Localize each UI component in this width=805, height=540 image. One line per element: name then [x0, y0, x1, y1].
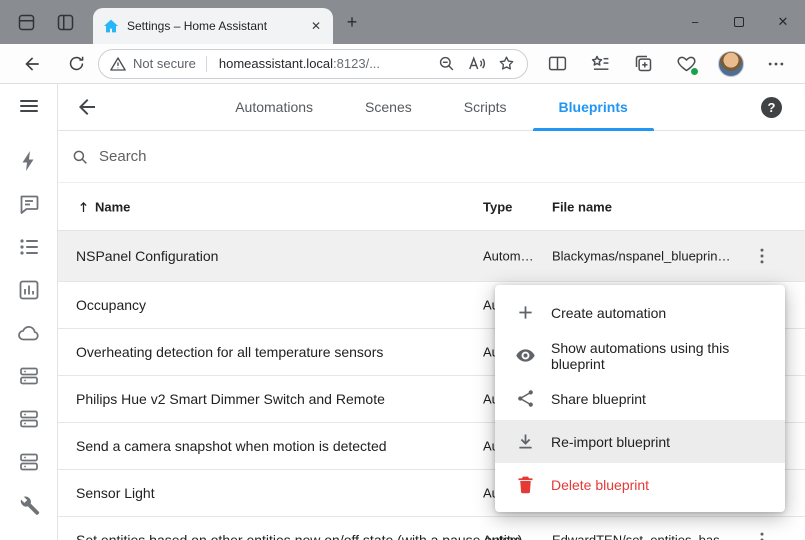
- close-button[interactable]: ✕: [761, 0, 805, 44]
- menu-item-label: Delete blueprint: [551, 477, 649, 493]
- server-icon[interactable]: [17, 364, 41, 388]
- history-icon[interactable]: [17, 278, 41, 302]
- split-screen-icon[interactable]: [546, 52, 569, 75]
- table-header: Name Type File name: [58, 183, 805, 231]
- tab-blueprints[interactable]: Blueprints: [533, 84, 654, 130]
- menu-item-delete-blueprint[interactable]: Delete blueprint: [495, 463, 785, 506]
- search-icon: [71, 148, 89, 166]
- browser-tab[interactable]: Settings – Home Assistant ✕: [93, 8, 333, 44]
- energy-icon[interactable]: [17, 149, 41, 173]
- refresh-icon[interactable]: [63, 51, 89, 77]
- menu-item-reimport-blueprint[interactable]: Re-import blueprint: [495, 420, 785, 463]
- window-controls: − ✕: [673, 0, 805, 44]
- column-header-file[interactable]: File name: [552, 199, 612, 214]
- menu-item-create-automation[interactable]: Create automation: [495, 291, 785, 334]
- ha-tab-bar: Automations Scenes Scripts Blueprints: [58, 84, 805, 130]
- menu-item-show-automations[interactable]: Show automations using this blueprint: [495, 334, 785, 377]
- tab-close-icon[interactable]: ✕: [307, 17, 325, 35]
- more-icon[interactable]: [764, 52, 787, 75]
- assist-icon[interactable]: [17, 192, 41, 216]
- row-name: Philips Hue v2 Smart Dimmer Switch and R…: [76, 391, 385, 407]
- plus-icon: [515, 302, 536, 323]
- row-file: Blackymas/nspanel_blueprin…: [552, 249, 730, 264]
- row-name: Sensor Light: [76, 485, 155, 501]
- row-name: Send a camera snapshot when motion is de…: [76, 438, 387, 454]
- row-name: Occupancy: [76, 297, 146, 313]
- minimize-button[interactable]: −: [673, 0, 717, 44]
- server-icon[interactable]: [17, 407, 41, 431]
- search-input[interactable]: Search: [58, 131, 805, 183]
- toolbar-right-icons: [546, 51, 787, 77]
- column-header-name[interactable]: Name: [76, 199, 130, 214]
- url-path: :8123/...: [333, 56, 380, 71]
- column-header-name-label: Name: [95, 199, 130, 214]
- trash-icon: [515, 474, 536, 495]
- row-type: Autom…: [483, 249, 534, 264]
- profile-avatar[interactable]: [718, 51, 744, 77]
- tab-scenes[interactable]: Scenes: [339, 84, 438, 130]
- eye-icon: [515, 345, 536, 366]
- essentials-status-dot: [690, 67, 699, 76]
- security-label: Not secure: [133, 56, 196, 71]
- search-placeholder: Search: [99, 148, 147, 165]
- back-arrow-icon[interactable]: [75, 95, 99, 119]
- warning-icon: [109, 55, 127, 73]
- row-menu-button[interactable]: [752, 530, 772, 540]
- row-name: NSPanel Configuration: [76, 248, 218, 264]
- read-aloud-icon[interactable]: [466, 53, 487, 74]
- row-type: Autom…: [483, 533, 534, 540]
- menu-item-label: Re-import blueprint: [551, 434, 670, 450]
- sort-ascending-icon: [76, 199, 91, 214]
- collections-icon[interactable]: [632, 52, 655, 75]
- help-icon[interactable]: ?: [761, 97, 782, 118]
- browser-toolbar: Not secure homeassistant.local :8123/...: [0, 44, 805, 84]
- back-icon[interactable]: [19, 51, 45, 77]
- menu-item-label: Show automations using this blueprint: [551, 340, 785, 372]
- menu-icon[interactable]: [17, 94, 41, 118]
- cloud-icon[interactable]: [17, 321, 41, 345]
- browser-window: Settings – Home Assistant ✕ + − ✕ Not se…: [0, 0, 805, 540]
- browser-essentials-icon[interactable]: [675, 52, 698, 75]
- row-name: Set entities based on other entities new…: [76, 532, 522, 540]
- address-divider: [206, 56, 207, 72]
- zoom-out-icon[interactable]: [436, 53, 457, 74]
- titlebar-left-icons: [0, 0, 76, 44]
- home-assistant-favicon: [103, 18, 119, 34]
- download-icon: [515, 431, 536, 452]
- table-row[interactable]: Set entities based on other entities new…: [58, 517, 805, 540]
- menu-item-label: Create automation: [551, 305, 666, 321]
- server-icon[interactable]: [17, 450, 41, 474]
- tab-title: Settings – Home Assistant: [127, 19, 307, 33]
- ha-sidebar: [0, 84, 58, 540]
- address-bar[interactable]: Not secure homeassistant.local :8123/...: [98, 49, 528, 79]
- column-header-type[interactable]: Type: [483, 199, 512, 214]
- maximize-icon: [734, 17, 744, 27]
- blueprint-context-menu: Create automation Show automations using…: [495, 285, 785, 512]
- tab-scripts[interactable]: Scripts: [438, 84, 533, 130]
- row-menu-button[interactable]: [752, 246, 772, 266]
- menu-item-label: Share blueprint: [551, 391, 646, 407]
- workspaces-icon[interactable]: [16, 12, 37, 33]
- favorites-icon[interactable]: [589, 52, 612, 75]
- browser-titlebar: Settings – Home Assistant ✕ + − ✕: [0, 0, 805, 44]
- new-tab-button[interactable]: +: [341, 11, 363, 33]
- vertical-tabs-icon[interactable]: [55, 12, 76, 33]
- url-host: homeassistant.local: [219, 56, 333, 71]
- row-name: Overheating detection for all temperatur…: [76, 344, 383, 360]
- table-row[interactable]: NSPanel Configuration Autom… Blackymas/n…: [58, 231, 805, 282]
- share-icon: [515, 388, 536, 409]
- ha-header: Automations Scenes Scripts Blueprints ?: [58, 84, 805, 131]
- maximize-button[interactable]: [717, 0, 761, 44]
- logbook-icon[interactable]: [17, 235, 41, 259]
- site-security-chip[interactable]: Not secure: [109, 55, 206, 73]
- wrench-icon[interactable]: [17, 493, 41, 517]
- tab-automations[interactable]: Automations: [209, 84, 339, 130]
- row-file: EdwardTEN/set_entities_bas…: [552, 533, 733, 540]
- menu-item-share-blueprint[interactable]: Share blueprint: [495, 377, 785, 420]
- favorite-star-icon[interactable]: [496, 53, 517, 74]
